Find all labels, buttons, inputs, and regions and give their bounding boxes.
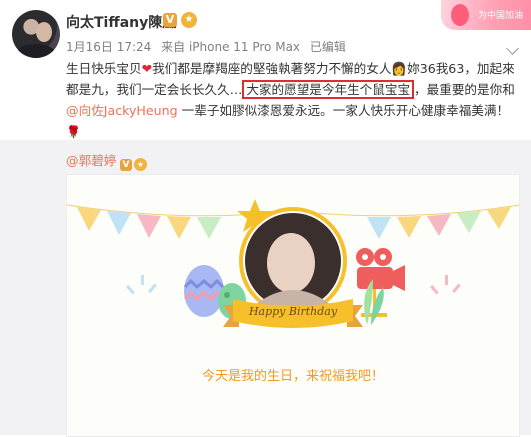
bunting-string-right xyxy=(292,204,519,217)
post-time[interactable]: 1月16日 17:24 xyxy=(66,40,151,54)
post-text: 生日快乐宝贝❤我们都是摩羯座的堅強執著努力不懈的女人👩妳36我63，加起來都是九… xyxy=(66,58,518,143)
heart-icon: ❤ xyxy=(141,61,153,76)
post-text-part: 我们都是摩羯座的堅強執著努力不懈的女人 xyxy=(152,61,392,76)
repost-badges: V ★ xyxy=(118,152,147,171)
highlighted-wish: 大家的愿望是今年生个鼠宝宝 xyxy=(242,80,415,99)
egg-purple xyxy=(184,265,224,317)
happy-birthday-label: Happy Birthday xyxy=(248,305,338,318)
promo-badge[interactable]: 为中国加油 xyxy=(441,0,531,30)
birthday-card[interactable]: Happy Birthday 今天是我的生日，来祝福我吧！ xyxy=(66,174,520,437)
avatar-face xyxy=(36,22,52,42)
birthday-caption[interactable]: 今天是我的生日，来祝福我吧！ xyxy=(67,365,519,384)
medal-icon: ★ xyxy=(134,158,147,171)
repost-avatar-face xyxy=(267,233,315,293)
mention-link[interactable]: @向佐JackyHeung xyxy=(66,103,178,118)
medal-icon[interactable]: ★ xyxy=(181,12,197,28)
author-name[interactable]: 向太Tiffany陳嵐 xyxy=(66,12,176,32)
avatar-shirt xyxy=(16,44,56,58)
post-text-part: ，最重要的是你和 xyxy=(414,82,515,97)
edited-label[interactable]: 已编辑 xyxy=(310,40,346,54)
vip-badge-icon: V xyxy=(120,159,132,171)
post-text-part: 一辈子如膠似漆恩爱永远。一家人快乐开心健康幸福美满！ xyxy=(177,103,510,118)
avatar-emoji-icon: 👩 xyxy=(391,61,408,76)
chevron-down-icon[interactable] xyxy=(506,42,519,55)
rose-icon: 🌹 xyxy=(66,125,81,139)
post-source: 来自 iPhone 11 Pro Max xyxy=(161,40,301,54)
repost-author[interactable]: @郭碧婷 xyxy=(66,150,116,169)
bunting-flags-right xyxy=(367,207,511,239)
repost-author-name[interactable]: @郭碧婷 xyxy=(66,153,116,168)
vip-badge-icon: V xyxy=(163,13,177,27)
bunting-flags-left xyxy=(77,207,221,239)
promo-badge-label: 为中国加油 xyxy=(477,11,523,21)
post-text-part: 生日快乐宝贝 xyxy=(66,61,142,76)
author-avatar[interactable] xyxy=(12,10,60,58)
balloon-icon xyxy=(451,4,469,26)
confetti-right xyxy=(430,275,461,295)
post-meta: 1月16日 17:24 来自 iPhone 11 Pro Max 已编辑 xyxy=(66,38,352,55)
weibo-post: 向太Tiffany陳嵐 V ★ 为中国加油 1月16日 17:24 来自 iPh… xyxy=(0,0,531,140)
confetti-left xyxy=(126,275,157,295)
